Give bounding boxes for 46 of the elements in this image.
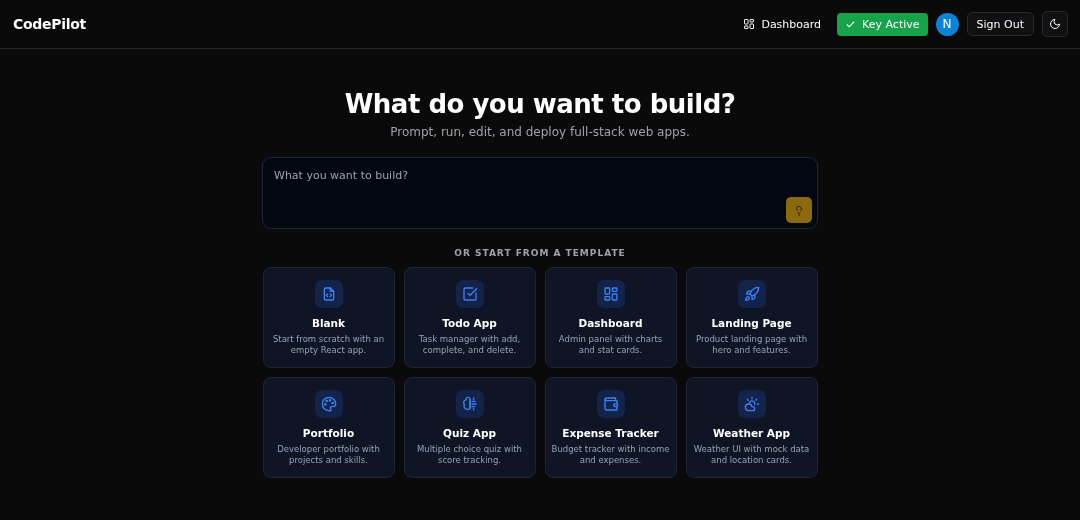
grid-icon bbox=[596, 280, 625, 308]
grid-icon bbox=[743, 18, 756, 30]
wallet-icon bbox=[596, 390, 625, 418]
dashboard-link[interactable]: Dashboard bbox=[735, 17, 830, 31]
theme-toggle-button[interactable] bbox=[1042, 11, 1068, 37]
template-card[interactable]: Portfolio Developer portfolio with projects and skills. bbox=[262, 377, 395, 478]
sign-out-button[interactable]: Sign Out bbox=[966, 12, 1034, 36]
avatar[interactable]: N bbox=[935, 12, 959, 36]
check-icon bbox=[455, 280, 484, 308]
moon-icon bbox=[1049, 18, 1061, 30]
template-title: Quiz App bbox=[443, 427, 496, 439]
template-card[interactable]: Weather App Weather UI with mock data and location cards. bbox=[685, 377, 818, 478]
template-title: Weather App bbox=[713, 427, 790, 439]
template-description: Developer portfolio with projects and skills. bbox=[276, 444, 381, 466]
page-heading: What do you want to build? bbox=[344, 89, 736, 119]
template-card[interactable]: Quiz App Multiple choice quiz with score tracking. bbox=[403, 377, 536, 478]
template-card[interactable]: Expense Tracker Budget tracker with income and expenses. bbox=[544, 377, 677, 478]
template-title: Expense Tracker bbox=[562, 427, 659, 439]
template-description: Task manager with add, complete, and delete. bbox=[417, 334, 522, 356]
template-card[interactable]: Dashboard Admin panel with charts and stat cards. bbox=[544, 267, 677, 368]
template-description: Admin panel with charts and stat cards. bbox=[557, 334, 664, 356]
section-heading: OR START FROM A TEMPLATE bbox=[454, 248, 626, 258]
file-code-icon bbox=[314, 280, 343, 308]
template-card[interactable]: Blank Start from scratch with an empty React app. bbox=[262, 267, 395, 368]
template-description: Budget tracker with income and expenses. bbox=[551, 444, 670, 466]
rocket-icon bbox=[737, 280, 766, 308]
check-icon bbox=[845, 18, 857, 30]
template-title: Blank bbox=[311, 317, 346, 329]
idea-button[interactable] bbox=[786, 197, 812, 223]
template-description: Product landing page with hero and features. bbox=[694, 334, 809, 356]
prompt-field[interactable]: What you want to build? bbox=[262, 157, 818, 229]
template-title: Landing Page bbox=[711, 317, 792, 329]
template-description: Multiple choice quiz with score tracking. bbox=[415, 444, 523, 466]
template-card[interactable]: Todo App Task manager with add, complete, and delete. bbox=[403, 267, 536, 368]
lightbulb-icon bbox=[793, 204, 805, 216]
template-title: Dashboard bbox=[578, 317, 643, 329]
app-logo: CodePilot bbox=[13, 16, 87, 32]
brain-icon bbox=[455, 390, 484, 418]
weather-icon bbox=[737, 390, 766, 418]
template-description: Start from scratch with an empty React app. bbox=[271, 334, 386, 356]
template-title: Portfolio bbox=[302, 427, 355, 439]
template-description: Weather UI with mock data and location cards. bbox=[692, 444, 811, 466]
template-card[interactable]: Landing Page Product landing page with hero and features. bbox=[685, 267, 818, 368]
page-subtitle: Prompt, run, edit, and deploy full-stack web apps. bbox=[390, 125, 690, 139]
palette-icon bbox=[314, 390, 343, 418]
template-title: Todo App bbox=[442, 317, 497, 329]
